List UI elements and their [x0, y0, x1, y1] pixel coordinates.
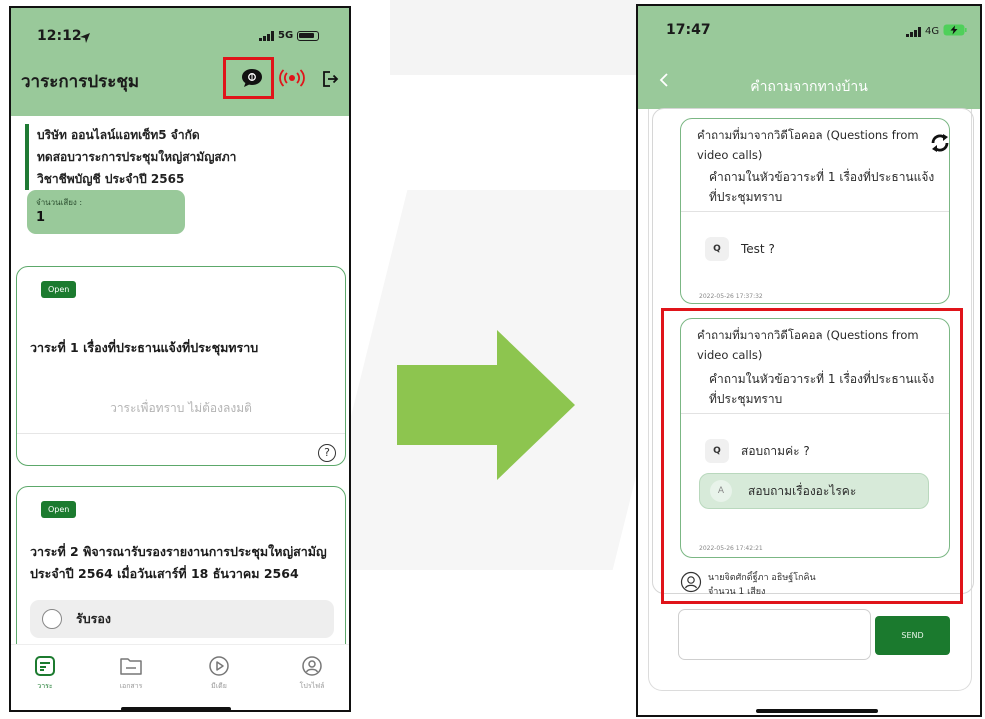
tab-media[interactable]: มีเดีย [189, 655, 249, 692]
vote-option-approve[interactable]: รับรอง [30, 600, 334, 638]
agenda-icon [34, 655, 56, 679]
signal-icon [906, 26, 921, 37]
send-button[interactable]: SEND [875, 616, 950, 655]
question-row: Q Test ? [705, 237, 775, 261]
vote-count-box: จำนวนเสียง : 1 [27, 190, 185, 234]
home-indicator [756, 709, 878, 713]
agenda-title-line: ประจำปี 2564 เมื่อวันเสาร์ที่ 18 ธันวาคม… [30, 566, 299, 581]
next-step-arrow-icon [397, 330, 575, 480]
meeting-year: วิชาชีพบัญชี ประจำปี 2565 [37, 172, 185, 186]
vote-count-label: จำนวนเสียง : [36, 198, 83, 207]
tab-documents[interactable]: เอกสาร [101, 655, 161, 692]
question-source: คำถามที่มาจากวิดีโอคอล (Questions from v… [697, 125, 947, 165]
tab-label: วาระ [37, 682, 53, 690]
status-indicators: 5G [259, 30, 320, 41]
live-broadcast-icon[interactable] [279, 67, 305, 91]
home-indicator [121, 707, 231, 710]
question-text: Test ? [741, 242, 775, 256]
battery-charging-icon [943, 24, 967, 39]
status-time: 17:47 [666, 22, 711, 38]
status-time: 12:12 [37, 28, 82, 44]
question-source-line: video calls) [697, 148, 763, 162]
divider [681, 211, 949, 212]
question-timestamp: 2022-05-26 17:37:32 [699, 293, 763, 300]
play-icon [208, 655, 230, 679]
page-title: คำถามจากทางบ้าน [750, 79, 868, 95]
network-label: 5G [278, 30, 294, 41]
tab-label: โปรไฟล์ [299, 682, 325, 690]
help-icon[interactable]: ? [318, 444, 336, 462]
tab-label: เอกสาร [119, 682, 143, 690]
folder-icon [119, 655, 143, 679]
question-card-1: คำถามที่มาจากวิดีโอคอล (Questions from v… [680, 118, 950, 304]
tab-label: มีเดีย [211, 682, 227, 690]
highlight-box [223, 57, 274, 99]
logout-icon[interactable] [319, 68, 341, 90]
agenda-title: วาระที่ 2 พิจารณารับรองรายงานการประชุมให… [30, 541, 327, 585]
tab-profile[interactable]: โปรไฟล์ [282, 655, 342, 692]
tab-agenda[interactable]: วาระ [15, 655, 75, 692]
message-input[interactable] [678, 609, 871, 660]
company-info: บริษัท ออนไลน์แอทเซ็ท5 จำกัด ทดสอบวาระกา… [25, 124, 325, 190]
divider [17, 433, 345, 434]
question-agenda-line: คำถามในหัวข้อวาระที่ 1 เรื่องที่ประธานแจ… [709, 170, 935, 184]
bottom-tab-bar: วาระ เอกสาร มีเดีย โปรไฟล์ [11, 644, 349, 710]
status-indicators: 4G [906, 24, 967, 39]
agenda-card-1[interactable]: Open วาระที่ 1 เรื่องที่ประธานแจ้งที่ประ… [16, 266, 346, 466]
app-header: 17:47 4G คำถามจากทางบ้าน [638, 6, 980, 109]
background-shape [390, 0, 640, 75]
highlight-box [661, 308, 963, 604]
app-header: 12:12 5G วาระการประชุม [11, 8, 349, 116]
agenda-title: วาระที่ 1 เรื่องที่ประธานแจ้งที่ประชุมทร… [30, 340, 259, 355]
location-arrow-icon [79, 29, 91, 48]
refresh-icon[interactable] [929, 132, 951, 158]
question-badge: Q [705, 237, 729, 261]
profile-icon [301, 655, 323, 679]
question-agenda: คำถามในหัวข้อวาระที่ 1 เรื่องที่ประธานแจ… [709, 167, 949, 207]
question-source-line: คำถามที่มาจากวิดีโอคอล (Questions from [697, 128, 919, 142]
vote-count-value: 1 [36, 210, 46, 225]
status-badge: Open [41, 281, 77, 298]
left-phone-screenshot: 12:12 5G วาระการประชุม บริษัท ออนไลน์แอท… [9, 6, 351, 712]
status-badge: Open [41, 501, 77, 518]
signal-icon [259, 30, 274, 41]
meeting-name: ทดสอบวาระการประชุมใหญ่สามัญสภา [37, 150, 237, 164]
page-title: วาระการประชุม [21, 72, 140, 92]
question-agenda-line: ที่ประชุมทราบ [709, 190, 783, 204]
company-name: บริษัท ออนไลน์แอทเซ็ท5 จำกัด [37, 128, 200, 142]
network-label: 4G [925, 26, 940, 37]
radio-button[interactable] [42, 609, 62, 629]
agenda-title-line: วาระที่ 2 พิจารณารับรองรายงานการประชุมให… [30, 544, 327, 559]
battery-icon [297, 30, 320, 41]
option-label: รับรอง [76, 611, 111, 626]
agenda-note: วาระเพื่อทราบ ไม่ต้องลงมติ [110, 401, 252, 415]
